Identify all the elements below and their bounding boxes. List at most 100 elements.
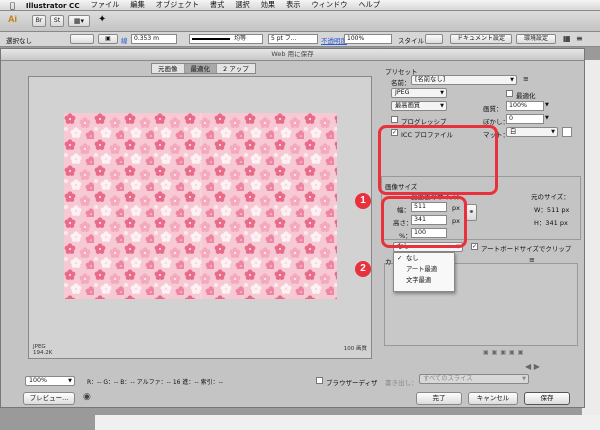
menu-app-name[interactable]: Illustrator CC [26,1,80,10]
preferences-button[interactable]: 環境設定 [516,34,556,44]
quality-dropdown-icon[interactable]: ▼ [545,102,549,108]
menu-help[interactable]: ヘルプ [358,0,380,10]
callout-badge-1: 1 [355,193,371,209]
done-button[interactable]: 完了 [416,392,462,405]
stroke-width-field[interactable]: 0.353 m [131,34,177,44]
quality-preset-select[interactable]: 最高画質 ▼ [391,101,447,111]
checkmark-icon: ✓ [397,255,403,262]
matte-value: 白 [510,128,517,135]
matte-select[interactable]: 白 ▼ [506,127,558,137]
color-table-menu-icon[interactable]: ≡ [529,256,535,264]
browser-dither-checkbox[interactable] [316,377,323,384]
dialog-title: Web 用に保存 [1,49,584,61]
stroke-label[interactable]: 線 [121,35,128,45]
fill-swatch[interactable] [70,34,94,44]
tab-original[interactable]: 元画像 [152,64,185,73]
stock-button[interactable]: St [50,15,64,27]
tab-optimized[interactable]: 最適化 [184,64,217,73]
map-color-icon[interactable]: ▣ [483,349,492,356]
arrange-documents-button[interactable]: ▦▾ [68,15,90,27]
save-for-web-dialog: Web 用に保存 元画像 最適化 2 アップ JPEG 194.2K 100 画… [0,48,585,408]
view-tabs: 元画像 最適化 2 アップ [151,63,256,74]
preview-area[interactable]: JPEG 194.2K 100 画質 [28,76,372,359]
prev-arrow-icon[interactable]: ◀ [525,362,531,371]
artboard-bottom-edge [95,415,600,430]
matte-color-swatch[interactable] [562,127,572,137]
apple-icon[interactable]:  [10,1,15,10]
chevron-down-icon: ▼ [440,90,444,96]
tab-2up[interactable]: 2 アップ [217,64,255,73]
blur-dropdown-icon[interactable]: ▼ [545,115,549,121]
anti-alias-dropdown: ✓ なし アート最適 文字最適 [393,252,455,292]
color-table-toolbar: ▣▣▣▣▣ [483,349,526,356]
preview-size: 194.2K [33,350,53,356]
menu-edit[interactable]: 編集 [130,0,144,10]
style-swatch[interactable] [425,34,443,44]
stock-icon: St [53,17,61,24]
chevron-down-icon: ▼ [510,77,514,83]
mac-menubar:  Illustrator CC ファイル 編集 オブジェクト 書式 選択 効果… [0,0,600,11]
brush-select[interactable]: 5 pt フ... [268,34,318,44]
browser-globe-icon[interactable]: ◉ [83,392,91,402]
document-setup-button[interactable]: ドキュメント設定 [450,34,512,44]
opacity-field[interactable]: 100% [344,34,392,44]
preview-quality: 100 画質 [343,346,367,352]
anti-alias-option-type[interactable]: 文字最適 [394,275,454,286]
chevron-down-icon: ▼ [551,129,555,135]
quality-field[interactable]: 100% [506,101,544,111]
menu-type[interactable]: 書式 [210,0,224,10]
panel-menu-icon[interactable]: ≡ [576,34,583,43]
chevron-down-icon: ▼ [522,376,526,382]
menu-select[interactable]: 選択 [235,0,249,10]
anti-alias-option-art[interactable]: アート最適 [394,264,454,275]
menu-effect[interactable]: 効果 [261,0,275,10]
file-format-select[interactable]: JPEG ▼ [391,88,447,98]
preset-name-label: 名前： [391,79,411,87]
original-size-label: 元のサイズ： [531,193,570,201]
progressive-checkbox[interactable] [391,116,398,123]
callout-badge-2: 2 [355,261,371,277]
option-label: アート最適 [406,266,438,273]
menu-window[interactable]: ウィンドウ [311,0,347,10]
stroke-swatch[interactable]: ▣ [98,34,118,44]
delete-color-icon[interactable]: ▣ [518,349,527,356]
stroke-profile-label: 均等 [234,35,247,42]
menu-view[interactable]: 表示 [286,0,300,10]
blossom-pattern [64,113,337,299]
blossom-pattern-image [64,113,337,299]
bridge-icon: Br [35,17,43,24]
optimize-menu-icon[interactable]: ≡ [523,75,529,83]
preset-name-select[interactable]: [名前なし] ▼ [411,75,517,85]
save-button[interactable]: 保存 [524,392,570,405]
preview-button[interactable]: プレビュー... [23,392,75,405]
clip-to-artboard-checkbox[interactable]: ✓ [471,243,478,250]
color-readout: R：-- G：-- B：-- アルファ：-- 16 進：-- 索引：-- [87,379,223,386]
optimize-checkbox[interactable] [506,90,513,97]
blur-field[interactable]: 0 [506,114,544,124]
menu-file[interactable]: ファイル [91,0,120,10]
cancel-button[interactable]: キャンセル [468,392,518,405]
bridge-button[interactable]: Br [32,15,46,27]
optimize-label: 最適化 [516,92,536,100]
style-label: スタイル [398,37,424,45]
image-size-highlight [378,125,498,195]
anti-alias-option-none[interactable]: ✓ なし [394,253,454,264]
export-select[interactable]: すべてのスライス ▼ [419,374,529,384]
stroke-profile-select[interactable]: 均等 [189,34,263,44]
browser-dither-label: ブラウザーディザ [326,379,378,387]
brush-label: 5 pt フ... [271,35,297,42]
gpu-icon[interactable]: ✦ [98,14,106,25]
zoom-select[interactable]: 100% ▼ [25,376,75,386]
original-height: H：341 px [534,219,568,227]
new-color-icon[interactable]: ▣ [509,349,518,356]
arrange-icon[interactable]: ▦ [563,34,571,43]
menu-object[interactable]: オブジェクト [156,0,199,10]
next-arrow-icon[interactable]: ▶ [534,362,540,371]
web-snap-icon[interactable]: ▣ [500,349,509,356]
chevron-down-icon: ▼ [68,378,72,384]
control-bar: 選択なし ▣ 線 0.353 m 均等 5 pt フ... 不透明度 100% … [0,32,600,47]
constrain-proportions-icon[interactable]: ⚭ [466,204,477,221]
stroke-icon: ▣ [105,35,111,42]
zoom-value: 100% [29,377,48,384]
option-label: なし [406,255,419,262]
